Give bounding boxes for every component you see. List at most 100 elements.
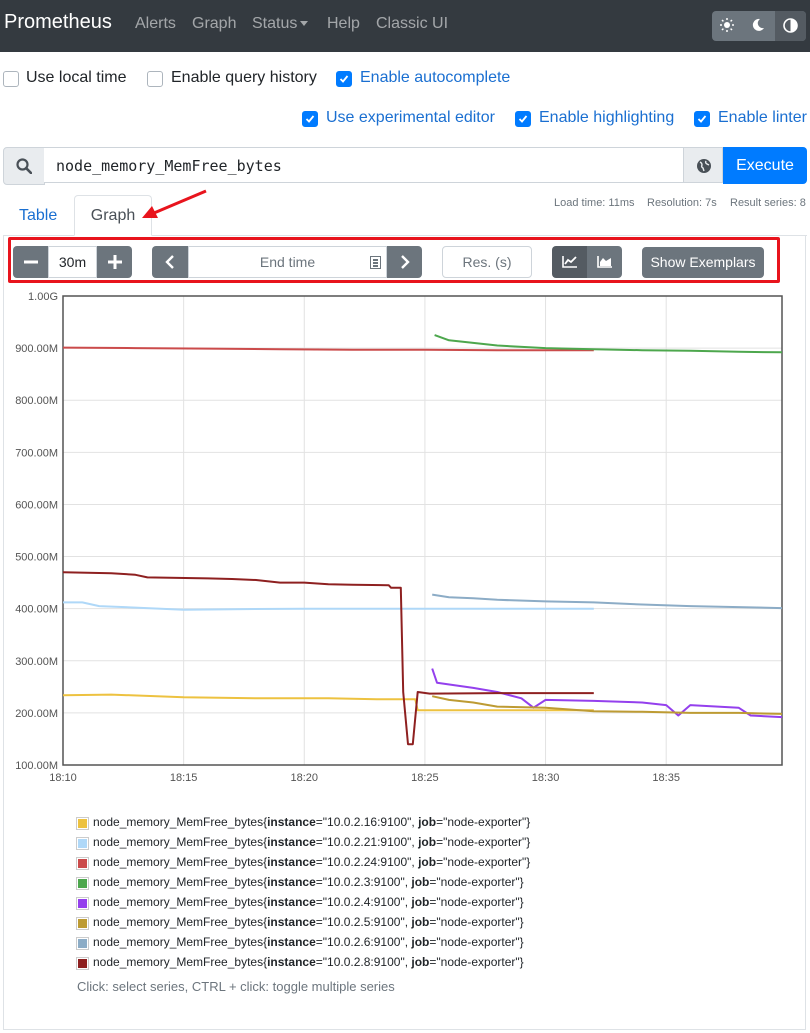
enable-linter-checkbox[interactable] [694, 111, 710, 127]
chevron-down-icon [300, 21, 309, 27]
chart-type-stacked-button[interactable] [587, 246, 622, 278]
legend-swatch [76, 917, 89, 930]
globe-icon [697, 159, 711, 173]
enable-linter-label[interactable]: Enable linter [718, 109, 807, 127]
legend-label: node_memory_MemFree_bytes{instance="10.0… [93, 855, 530, 869]
y-tick-label: 300.00M [15, 656, 58, 668]
legend-swatch [76, 877, 89, 890]
legend-label: node_memory_MemFree_bytes{instance="10.0… [93, 955, 524, 969]
legend-label-key: instance [267, 835, 316, 849]
legend-swatch [76, 817, 89, 830]
legend-label-part: ="10.0.2.3:9100", [315, 875, 412, 889]
show-exemplars-button[interactable]: Show Exemplars [642, 247, 764, 278]
legend-label-part: ="node-exporter"} [429, 875, 524, 889]
enable-autocomplete-label[interactable]: Enable autocomplete [360, 69, 510, 87]
legend-label-key: job [418, 835, 437, 849]
y-tick-label: 600.00M [15, 499, 58, 511]
theme-auto-button[interactable] [775, 11, 806, 41]
brand-logo[interactable]: Prometheus [4, 11, 112, 34]
execute-button[interactable]: Execute [723, 147, 807, 184]
y-tick-label: 400.00M [15, 604, 58, 616]
legend-label-part: node_memory_MemFree_bytes{ [93, 875, 268, 889]
nav-classic-ui[interactable]: Classic UI [376, 15, 448, 33]
nav-help[interactable]: Help [327, 15, 360, 33]
legend-label-part: ="10.0.2.6:9100", [315, 935, 412, 949]
use-local-time-label[interactable]: Use local time [26, 69, 126, 87]
calendar-icon[interactable] [370, 255, 381, 269]
end-time-forward-button[interactable] [387, 246, 422, 278]
use-experimental-editor-checkbox[interactable] [302, 111, 318, 127]
x-tick-label: 18:35 [652, 772, 680, 784]
end-time-back-button[interactable] [152, 246, 188, 278]
resolution-input[interactable]: Res. (s) [442, 246, 532, 278]
theme-toggle-group [712, 11, 806, 41]
y-tick-label: 700.00M [15, 447, 58, 459]
nav-graph[interactable]: Graph [192, 15, 236, 33]
legend-label-key: job [418, 815, 437, 829]
annotation-arrow-icon [142, 189, 207, 218]
y-tick-label: 900.00M [15, 343, 58, 355]
legend-label-key: job [411, 915, 430, 929]
range-input[interactable]: 30m [48, 246, 97, 278]
legend-label-part: node_memory_MemFree_bytes{ [93, 955, 268, 969]
legend-label-part: node_memory_MemFree_bytes{ [93, 835, 268, 849]
minus-icon [24, 260, 38, 264]
legend-label: node_memory_MemFree_bytes{instance="10.0… [93, 935, 524, 949]
legend-label-key: instance [267, 895, 316, 909]
use-local-time-checkbox[interactable] [3, 71, 19, 87]
nav-alerts[interactable]: Alerts [135, 15, 176, 33]
legend-label: node_memory_MemFree_bytes{instance="10.0… [93, 835, 530, 849]
legend-label-key: job [411, 955, 430, 969]
range-decrease-button[interactable] [13, 246, 48, 278]
legend-label-key: instance [267, 935, 316, 949]
enable-query-history-checkbox[interactable] [147, 71, 163, 87]
theme-light-button[interactable] [712, 11, 743, 41]
enable-highlighting-checkbox[interactable] [515, 111, 531, 127]
legend-label-key: instance [267, 815, 316, 829]
chart-type-line-button[interactable] [552, 246, 587, 278]
line-chart-icon [562, 256, 577, 268]
chevron-right-icon [401, 255, 410, 269]
legend-label-part: ="node-exporter"} [429, 895, 524, 909]
moon-icon [752, 18, 764, 31]
legend-label: node_memory_MemFree_bytes{instance="10.0… [93, 895, 524, 909]
legend-swatch [76, 957, 89, 970]
plus-icon [108, 255, 122, 269]
legend-label-part: node_memory_MemFree_bytes{ [93, 935, 268, 949]
sun-icon [720, 18, 734, 32]
series-line [432, 593, 783, 610]
area-chart-icon [597, 256, 612, 268]
x-tick-label: 18:20 [291, 772, 319, 784]
use-experimental-editor-label[interactable]: Use experimental editor [326, 109, 495, 127]
x-tick-label: 18:15 [170, 772, 198, 784]
legend-label: node_memory_MemFree_bytes{instance="10.0… [93, 875, 524, 889]
x-tick-label: 18:25 [411, 772, 439, 784]
legend-label-part: ="node-exporter"} [436, 835, 531, 849]
end-time-input[interactable]: End time [188, 246, 387, 278]
expression-input[interactable]: node_memory_MemFree_bytes [44, 147, 684, 183]
load-time-stat: Load time: 11ms [554, 197, 635, 209]
legend-label-key: instance [267, 875, 316, 889]
search-icon-box [3, 147, 45, 185]
legend-label-key: job [411, 895, 430, 909]
enable-query-history-label[interactable]: Enable query history [171, 69, 317, 87]
check-icon [518, 115, 528, 123]
enable-autocomplete-checkbox[interactable] [336, 71, 352, 87]
range-increase-button[interactable] [97, 246, 132, 278]
legend-label-part: ="node-exporter"} [436, 815, 531, 829]
tab-table[interactable]: Table [19, 207, 57, 225]
enable-highlighting-label[interactable]: Enable highlighting [539, 109, 674, 127]
legend-label-part: ="10.0.2.5:9100", [315, 915, 412, 929]
y-tick-label: 200.00M [15, 708, 58, 720]
legend-label-part: node_memory_MemFree_bytes{ [93, 815, 268, 829]
legend-label-part: ="10.0.2.24:9100", [315, 855, 419, 869]
legend-swatch [76, 837, 89, 850]
metrics-explorer-button[interactable] [683, 147, 723, 183]
legend-label: node_memory_MemFree_bytes{instance="10.0… [93, 815, 530, 829]
theme-dark-button[interactable] [743, 11, 774, 41]
legend-label-part: ="node-exporter"} [429, 935, 524, 949]
y-tick-label: 500.00M [15, 552, 58, 564]
series-line [62, 571, 594, 746]
y-tick-label: 100.00M [15, 760, 58, 772]
nav-status-dropdown[interactable]: Status [252, 15, 309, 33]
